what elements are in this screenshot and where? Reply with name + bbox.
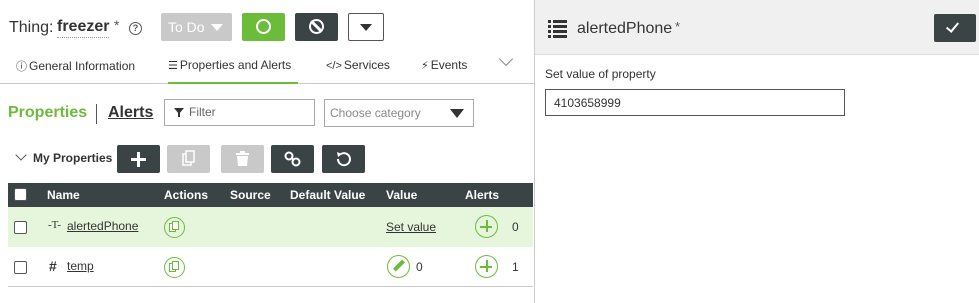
tab-properties-and-alerts[interactable]: ☰ Properties and Alerts <box>168 58 298 84</box>
divider <box>96 104 97 124</box>
column-actions: Actions <box>164 188 209 202</box>
help-icon[interactable]: ? <box>129 22 142 35</box>
add-alert-icon[interactable] <box>475 215 498 238</box>
copy-icon[interactable] <box>164 257 185 278</box>
column-alerts[interactable]: Alerts <box>465 188 499 202</box>
table-header: Name Actions Source Default Value Value … <box>8 183 533 207</box>
run-button[interactable] <box>242 13 285 41</box>
group-label: My Properties <box>33 151 113 165</box>
thing-editor-panel: Thing: freezer * ? To Do ⓘ General Inform… <box>0 0 534 303</box>
subtab-alerts[interactable]: Alerts <box>108 104 153 122</box>
alert-count: 1 <box>512 260 519 274</box>
table-row[interactable]: -T- alertedPhone Set value 0 <box>8 207 533 247</box>
caret-down-icon <box>360 24 372 31</box>
number-type-icon: # <box>49 258 57 274</box>
tab-bar: ⓘ General Information ☰ Properties and Ale… <box>0 51 534 84</box>
trash-icon <box>236 151 249 166</box>
duplicate-button[interactable] <box>167 145 210 173</box>
state-label: To Do <box>168 19 205 35</box>
property-value-input[interactable] <box>545 89 845 116</box>
info-icon: ⓘ <box>16 61 27 73</box>
category-dropdown[interactable]: Choose category <box>324 99 474 127</box>
delete-button[interactable] <box>221 145 264 173</box>
lightning-icon: ⚡ <box>421 60 429 72</box>
unsaved-indicator: * <box>114 17 120 33</box>
select-all-checkbox[interactable] <box>14 188 27 201</box>
category-placeholder: Choose category <box>330 106 421 120</box>
property-value: 0 <box>416 260 423 274</box>
row-checkbox[interactable] <box>14 261 27 274</box>
panel-header: alertedPhone * <box>535 0 979 55</box>
table-row[interactable]: # temp 0 1 <box>8 247 533 287</box>
list-icon: ☰ <box>168 60 178 72</box>
check-icon <box>945 19 960 33</box>
reset-button[interactable] <box>322 145 365 173</box>
filter-input[interactable] <box>189 105 309 119</box>
panel-title: alertedPhone <box>577 20 673 37</box>
chevron-down-icon[interactable] <box>498 51 514 67</box>
confirm-button[interactable] <box>934 14 976 42</box>
field-label: Set value of property <box>545 67 656 81</box>
column-name[interactable]: Name <box>47 188 80 202</box>
caret-down-icon <box>211 24 223 31</box>
filter-field[interactable] <box>164 99 315 126</box>
set-value-link[interactable]: Set value <box>386 220 436 234</box>
link-button[interactable] <box>271 145 314 173</box>
alert-count: 0 <box>512 220 519 234</box>
undo-icon <box>336 152 351 167</box>
link-icon <box>284 151 301 167</box>
thing-name[interactable]: freezer <box>57 18 110 38</box>
subtab-properties[interactable]: Properties <box>8 104 87 122</box>
property-name-link[interactable]: temp <box>67 259 94 273</box>
collapse-chevron-icon[interactable] <box>15 149 27 161</box>
property-name-link[interactable]: alertedPhone <box>67 219 138 233</box>
caret-down-icon <box>450 109 464 118</box>
row-checkbox[interactable] <box>14 221 27 234</box>
copy-icon <box>182 150 195 166</box>
disable-button[interactable] <box>295 13 338 41</box>
column-default-value[interactable]: Default Value <box>290 188 365 202</box>
column-source[interactable]: Source <box>230 188 271 202</box>
column-value[interactable]: Value <box>386 188 417 202</box>
string-type-icon: -T- <box>48 219 62 231</box>
add-alert-icon[interactable] <box>475 255 498 278</box>
circle-icon <box>256 19 271 34</box>
unsaved-indicator: * <box>675 19 681 34</box>
code-icon: </> <box>326 60 342 72</box>
more-actions-button[interactable] <box>348 13 384 41</box>
thing-label: Thing: <box>9 19 54 36</box>
tab-events[interactable]: ⚡ Events <box>421 58 467 84</box>
add-property-button[interactable] <box>117 145 160 173</box>
list-icon <box>548 19 568 38</box>
copy-icon[interactable] <box>164 217 185 238</box>
tab-general-information[interactable]: ⓘ General Information <box>16 58 135 84</box>
tab-services[interactable]: </> Services <box>326 58 390 84</box>
edit-value-icon[interactable] <box>387 255 410 278</box>
state-dropdown[interactable]: To Do <box>161 13 232 41</box>
set-value-panel: alertedPhone * Set value of property <box>534 0 979 303</box>
